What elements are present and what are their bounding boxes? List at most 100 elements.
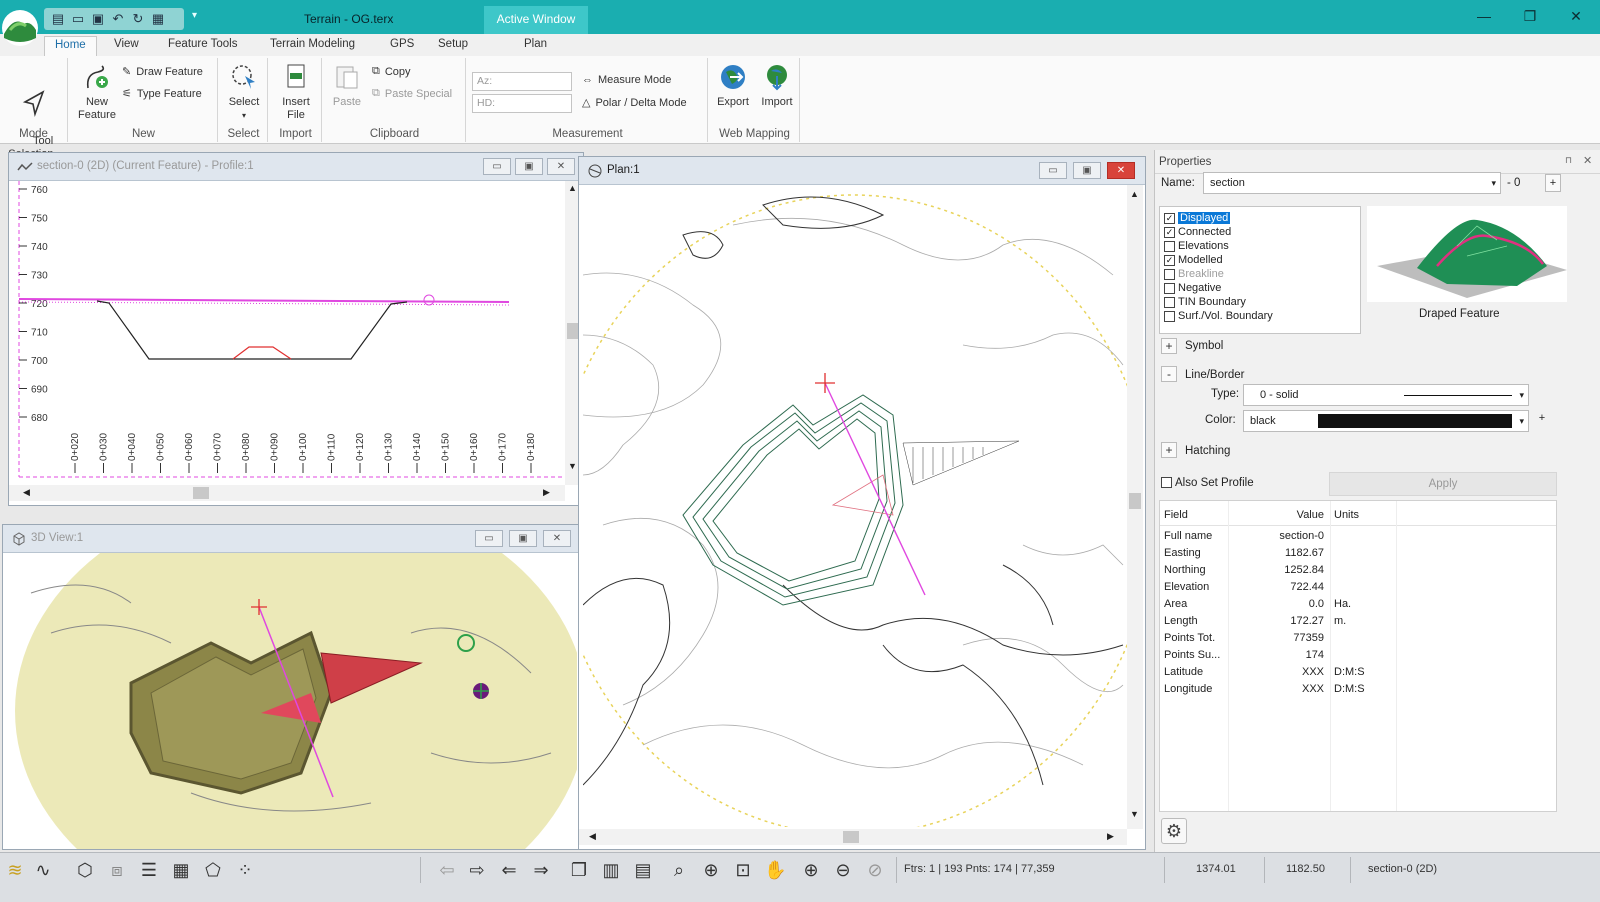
plan-close-button[interactable]: ✕ [1107, 162, 1135, 179]
zoom-icon[interactable]: ⌕ [668, 859, 690, 881]
tile-vertical-icon[interactable]: ▥ [600, 859, 622, 881]
scroll-down-icon[interactable]: ▼ [568, 461, 577, 471]
flag-checkbox[interactable] [1164, 240, 1175, 252]
line-color-select[interactable]: black ▾ [1243, 410, 1529, 432]
layers-icon[interactable]: ⧈ [106, 859, 128, 881]
properties-close-icon[interactable]: ✕ [1583, 154, 1592, 167]
flag-connected[interactable]: ✓ Connected [1164, 225, 1231, 239]
color-add-button[interactable]: + [1535, 412, 1549, 428]
open-folder-icon[interactable]: ▭ [70, 11, 86, 27]
next-view-icon[interactable]: ⇒ [530, 859, 552, 881]
cascade-windows-icon[interactable]: ❐ [568, 859, 590, 881]
save-as-icon[interactable]: ▦ [150, 11, 166, 27]
tab-terrain-modeling[interactable]: Terrain Modeling [270, 38, 355, 50]
plan-horizontal-scrollbar[interactable]: ◀ ▶ [579, 829, 1127, 845]
forward-arrow-icon[interactable]: ⇨ [466, 859, 488, 881]
plan-window-header[interactable]: Plan:1 ▭ ▣ ✕ [579, 157, 1145, 185]
qat-customize-icon[interactable]: ▾ [192, 10, 197, 21]
azimuth-field[interactable]: Az: [472, 72, 572, 91]
line-border-collapse-button[interactable]: - [1161, 366, 1177, 382]
profile-horizontal-scrollbar[interactable]: ◀ ▶ [9, 485, 565, 501]
view3d-close-button[interactable]: ✕ [543, 530, 571, 547]
zoom-window-icon[interactable]: ⊕ [700, 859, 722, 881]
save-icon[interactable]: ▣ [90, 11, 106, 27]
contours-icon[interactable]: ≋ [4, 859, 26, 881]
chevron-down-icon[interactable]: ▾ [1519, 411, 1524, 431]
paste-special-button[interactable]: ⧉ Paste Special [372, 87, 452, 100]
horizontal-distance-field[interactable]: HD: [472, 94, 572, 113]
polar-delta-mode-button[interactable]: △ Polar / Delta Mode [582, 96, 687, 110]
tab-gps[interactable]: GPS [390, 38, 414, 50]
tile-horizontal-icon[interactable]: ▤ [632, 859, 654, 881]
line-type-select[interactable]: 0 - solid ▾ [1243, 384, 1529, 406]
flag-checkbox[interactable]: ✓ [1164, 212, 1175, 224]
new-file-icon[interactable]: ▤ [50, 11, 66, 27]
close-button[interactable]: ✕ [1564, 6, 1588, 26]
view3d-window-header[interactable]: 3D View:1 ▭ ▣ ✕ [3, 525, 583, 553]
scroll-left-icon[interactable]: ◀ [23, 487, 30, 498]
plan-minimize-button[interactable]: ▭ [1039, 162, 1067, 179]
points-icon[interactable]: ⁘ [234, 859, 256, 881]
flag-elevations[interactable]: Elevations [1164, 239, 1229, 253]
flag-surf-vol-boundary[interactable]: Surf./Vol. Boundary [1164, 309, 1273, 323]
zoom-out-icon[interactable]: ⊖ [832, 859, 854, 881]
profile-hscroll-thumb[interactable] [193, 487, 209, 499]
flag-checkbox[interactable] [1164, 310, 1175, 322]
flag-negative[interactable]: Negative [1164, 281, 1221, 295]
view3d-canvas[interactable] [11, 553, 577, 849]
symbol-expand-button[interactable]: + [1161, 338, 1177, 354]
copy-button[interactable]: ⧉ Copy [372, 65, 411, 78]
draw-feature-button[interactable]: ✎ Draw Feature [122, 65, 203, 79]
insert-file-button[interactable]: Insert File [274, 62, 318, 122]
paste-button[interactable]: Paste [328, 62, 366, 109]
pan-hand-icon[interactable]: ✋ [764, 859, 786, 881]
tab-plan[interactable]: Plan [524, 38, 547, 50]
measure-mode-button[interactable]: ⇔ Measure Mode [582, 74, 671, 86]
view3d-minimize-button[interactable]: ▭ [475, 530, 503, 547]
feature-list-icon[interactable]: ☰ [138, 859, 160, 881]
tab-setup[interactable]: Setup [438, 38, 468, 50]
undo-icon[interactable]: ↶ [110, 11, 126, 27]
polygon-icon[interactable]: ⬠ [202, 859, 224, 881]
name-input[interactable]: section ▾ [1203, 172, 1501, 194]
flag-checkbox[interactable] [1164, 296, 1175, 308]
flag-checkbox[interactable] [1164, 282, 1175, 294]
scroll-left-icon[interactable]: ◀ [589, 831, 596, 842]
profile-maximize-button[interactable]: ▣ [515, 158, 543, 175]
plan-vscroll-thumb[interactable] [1129, 493, 1141, 509]
pin-icon[interactable]: ⊓ [1565, 155, 1572, 166]
also-set-profile-checkbox[interactable] [1161, 477, 1172, 488]
type-feature-button[interactable]: ⚟ Type Feature [122, 87, 202, 101]
chevron-down-icon[interactable]: ▾ [1491, 173, 1496, 193]
zoom-in-icon[interactable]: ⊕ [800, 859, 822, 881]
plan-hscroll-thumb[interactable] [843, 831, 859, 843]
profile-window-header[interactable]: section-0 (2D) (Current Feature) - Profi… [9, 153, 583, 181]
previous-view-icon[interactable]: ⇐ [498, 859, 520, 881]
tab-view[interactable]: View [114, 38, 139, 50]
back-arrow-icon[interactable]: ⇦ [436, 859, 458, 881]
3d-view-icon[interactable]: ⬡ [74, 859, 96, 881]
profile-close-button[interactable]: ✕ [547, 158, 575, 175]
tab-feature-tools[interactable]: Feature Tools [168, 38, 237, 50]
flag-displayed[interactable]: ✓ Displayed [1164, 211, 1231, 225]
zoom-extents-icon[interactable]: ⊘ [864, 859, 886, 881]
restore-button[interactable]: ❐ [1518, 6, 1542, 26]
plan-maximize-button[interactable]: ▣ [1073, 162, 1101, 179]
minimize-button[interactable]: — [1472, 6, 1496, 26]
tab-home[interactable]: Home [44, 36, 97, 56]
flag-checkbox[interactable]: ✓ [1164, 254, 1175, 266]
flag-checkbox[interactable] [1164, 268, 1175, 280]
scroll-up-icon[interactable]: ▲ [568, 183, 577, 193]
web-import-button[interactable]: Import [756, 62, 798, 109]
new-feature-button[interactable]: New Feature [74, 62, 120, 122]
name-add-button[interactable]: + [1545, 174, 1561, 192]
scroll-right-icon[interactable]: ▶ [1107, 831, 1114, 842]
profile-view-icon[interactable]: ∿ [32, 859, 54, 881]
select-button[interactable]: Select ▾ [224, 62, 264, 122]
flag-modelled[interactable]: ✓ Modelled [1164, 253, 1223, 267]
hatching-expand-button[interactable]: + [1161, 442, 1177, 458]
flag-tin-boundary[interactable]: TIN Boundary [1164, 295, 1246, 309]
profile-chart[interactable]: 760 750 740 730 720 710 700 690 680 0+020 0+030 0+… [9, 181, 567, 485]
plan-canvas[interactable] [583, 185, 1127, 827]
flag-breakline[interactable]: Breakline [1164, 267, 1224, 281]
